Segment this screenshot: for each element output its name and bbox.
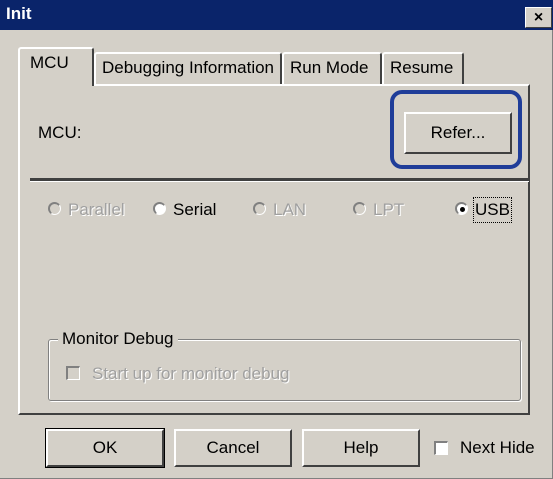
ok-button[interactable]: OK [45, 428, 165, 468]
tab-run-mode[interactable]: Run Mode [282, 52, 382, 84]
window-title: Init [6, 4, 32, 23]
tab-resume[interactable]: Resume [382, 52, 464, 84]
tab-label: Resume [390, 58, 454, 77]
tab-mcu[interactable]: MCU [18, 47, 94, 86]
tab-label: Debugging Information [102, 58, 275, 77]
tab-debugging-information[interactable]: Debugging Information [94, 52, 282, 84]
close-button[interactable]: × [525, 7, 552, 28]
radio-icon [48, 202, 61, 215]
monitor-debug-label: Start up for monitor debug [92, 364, 290, 383]
title-bar[interactable]: Init × [0, 0, 553, 30]
radio-label: LPT [373, 200, 405, 219]
radio-selected-icon [455, 202, 468, 215]
radio-label: Serial [173, 200, 217, 219]
close-icon: × [533, 9, 544, 26]
radio-label: LAN [273, 200, 307, 219]
mcu-label: MCU: [38, 123, 82, 142]
tab-label: MCU [30, 53, 69, 72]
radio-icon [353, 202, 366, 215]
help-button[interactable]: Help [302, 429, 420, 467]
tab-label: Run Mode [290, 58, 369, 77]
monitor-debug-legend: Monitor Debug [58, 329, 178, 349]
refer-highlight-annotation [390, 90, 522, 169]
radio-label: USB [473, 197, 512, 223]
monitor-debug-checkbox[interactable] [66, 366, 80, 380]
next-hide-checkbox[interactable] [434, 441, 448, 455]
separator [30, 178, 529, 182]
cancel-button[interactable]: Cancel [174, 429, 292, 467]
radio-icon [253, 202, 266, 215]
init-dialog: Init × MCU Debugging Information Run Mod… [0, 0, 553, 479]
next-hide-label: Next Hide [460, 438, 535, 457]
radio-icon [153, 202, 166, 215]
radio-label: Parallel [68, 200, 125, 219]
